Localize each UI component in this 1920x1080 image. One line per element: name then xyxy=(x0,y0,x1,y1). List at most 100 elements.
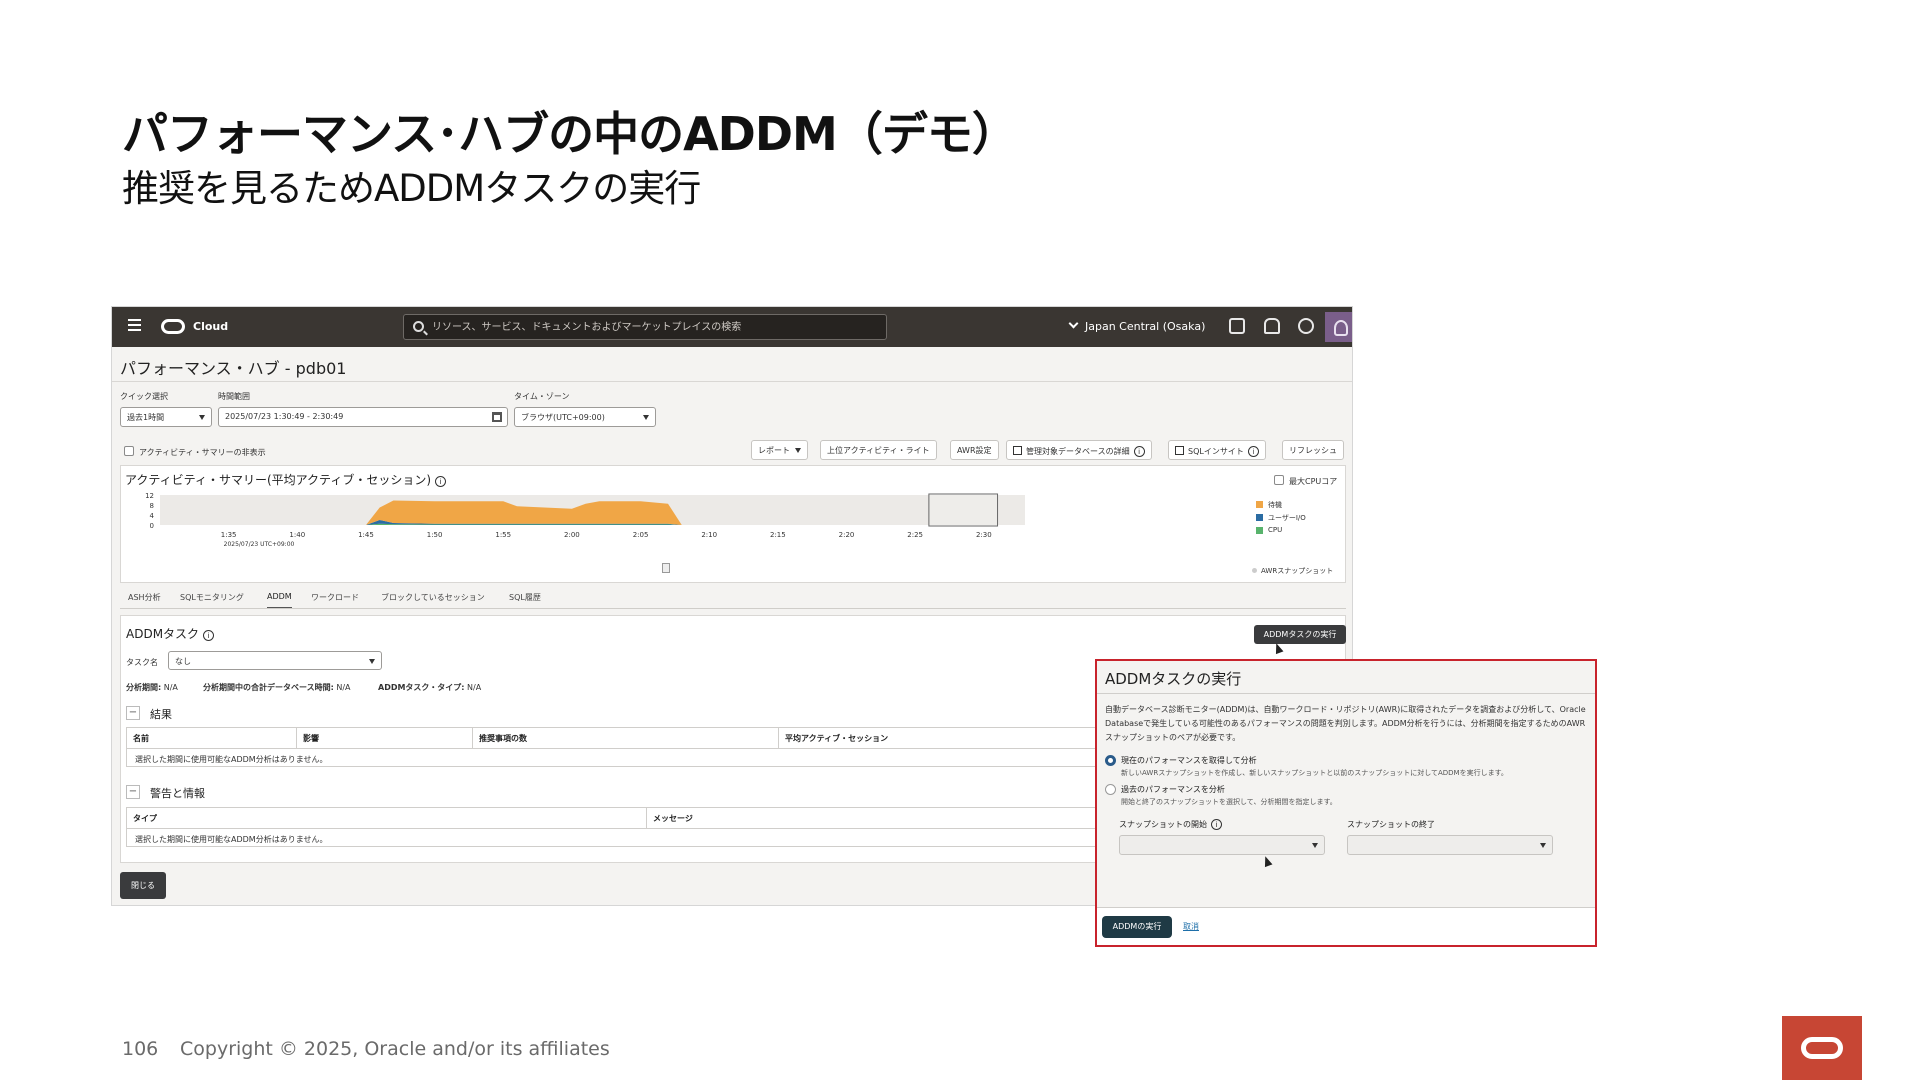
oracle-cloud-logo-icon[interactable] xyxy=(161,319,185,334)
max-cpu-core-label: 最大CPUコア xyxy=(1289,477,1338,486)
hide-summary-label: アクティビティ・サマリーの非表示 xyxy=(139,448,266,457)
help-icon[interactable] xyxy=(1298,318,1314,334)
hide-summary-checkbox[interactable] xyxy=(124,446,134,456)
legend-swatch-wait xyxy=(1256,501,1263,508)
addm-task-title: ADDMタスク i xyxy=(126,625,215,642)
close-button[interactable]: 閉じる xyxy=(120,872,166,899)
time-range-value: 2025/07/23 1:30:49 - 2:30:49 xyxy=(225,412,344,421)
analysis-period: 分析期間: N/A xyxy=(126,682,178,693)
option-past-performance-desc: 開始と終了のスナップショットを選択して、分析期間を指定します。 xyxy=(1121,798,1337,806)
x-tick-label: 1:45 xyxy=(358,531,374,539)
dialog-description: 自動データベース診断モニター(ADDM)は、自動ワークロード・リポジトリ(AWR… xyxy=(1105,705,1586,742)
quick-select-label: クイック選択 xyxy=(120,392,168,401)
radio-past-performance[interactable] xyxy=(1105,784,1116,795)
activity-summary-chart[interactable]: 12 8 4 0 1:35 1:40 1:45 1:50 1:55 2:00 2:05 2:10 2:1… xyxy=(120,485,1120,583)
caret-down-icon xyxy=(643,415,649,420)
top-navigation-bar: Cloud Japan Central (Osaka) xyxy=(112,307,1352,347)
results-col-name[interactable]: 名前 xyxy=(127,728,297,748)
time-range-picker[interactable]: 2025/07/23 1:30:49 - 2:30:49 xyxy=(218,407,508,427)
snapshot-marker-icon[interactable] xyxy=(662,563,670,573)
sql-insight-button[interactable]: SQLインサイト i xyxy=(1168,440,1266,460)
x-tick-label: 2:05 xyxy=(633,531,649,539)
tab-blocking-sessions[interactable]: ブロックしているセッション xyxy=(381,592,485,603)
addm-task-type: ADDMタスク・タイプ: N/A xyxy=(378,682,481,693)
snapshot-start-label-text: スナップショットの開始 xyxy=(1119,820,1207,829)
report-menu-button[interactable]: レポート xyxy=(751,440,808,460)
quick-select-dropdown[interactable]: 過去1時間 xyxy=(120,407,212,427)
tab-ash-analysis[interactable]: ASH分析 xyxy=(128,592,161,603)
warnings-collapse-button[interactable]: − xyxy=(126,785,140,799)
task-name-label: タスク名 xyxy=(126,658,158,667)
x-tick-label: 1:55 xyxy=(495,531,511,539)
run-addm-button[interactable]: ADDMの実行 xyxy=(1102,916,1172,938)
oracle-logo-icon xyxy=(1782,1016,1862,1080)
warnings-col-type[interactable]: タイプ xyxy=(127,808,647,828)
x-axis-date-label: 2025/07/23 UTC+09:00 xyxy=(224,541,295,548)
timezone-dropdown[interactable]: ブラウザ(UTC+09:00) xyxy=(514,407,656,427)
region-selector[interactable]: Japan Central (Osaka) xyxy=(1068,318,1205,333)
results-title: 結果 xyxy=(150,708,172,721)
option-current-performance-label[interactable]: 現在のパフォーマンスを取得して分析 xyxy=(1121,755,1257,766)
task-name-dropdown[interactable]: なし xyxy=(168,651,382,670)
time-range-label: 時間範囲 xyxy=(218,392,250,401)
info-icon[interactable]: i xyxy=(203,630,215,641)
results-col-impact[interactable]: 影響 xyxy=(297,728,473,748)
x-tick-label: 2:10 xyxy=(701,531,717,539)
radio-current-performance[interactable] xyxy=(1105,755,1116,766)
hamburger-menu-icon[interactable] xyxy=(128,319,141,333)
cloud-shell-icon[interactable] xyxy=(1229,318,1245,334)
notification-bell-icon[interactable] xyxy=(1264,318,1280,334)
run-addm-task-button[interactable]: ADDMタスクの実行 xyxy=(1254,625,1346,644)
calendar-icon[interactable] xyxy=(492,412,502,422)
awr-settings-button[interactable]: AWR設定 xyxy=(950,440,999,460)
copyright-text: Copyright © 2025, Oracle and/or its affi… xyxy=(180,1038,610,1060)
info-icon[interactable]: i xyxy=(1247,446,1259,457)
info-icon[interactable]: i xyxy=(1133,446,1145,457)
legend-label-cpu: CPU xyxy=(1268,526,1283,534)
caret-down-icon xyxy=(1540,843,1546,848)
brand-label[interactable]: Cloud xyxy=(193,320,228,333)
global-search[interactable] xyxy=(403,314,887,340)
results-collapse-button[interactable]: − xyxy=(126,706,140,720)
total-db-time-value: N/A xyxy=(336,683,351,692)
y-tick-label: 0 xyxy=(150,522,154,530)
legend-label-wait: 待機 xyxy=(1268,501,1282,509)
mouse-cursor-icon xyxy=(1261,854,1273,868)
report-label: レポート xyxy=(758,446,790,455)
snapshot-end-dropdown[interactable] xyxy=(1347,835,1553,855)
cancel-link[interactable]: 取消 xyxy=(1183,921,1199,932)
x-tick-label: 2:20 xyxy=(839,531,855,539)
option-past-performance-label[interactable]: 過去のパフォーマンスを分析 xyxy=(1121,784,1225,795)
addm-task-type-label: ADDMタスク・タイプ: xyxy=(378,683,465,692)
snapshot-start-label: スナップショットの開始 i xyxy=(1119,819,1222,830)
sql-insight-label: SQLインサイト xyxy=(1188,447,1244,456)
chevron-down-icon xyxy=(1068,318,1079,329)
x-tick-label: 1:40 xyxy=(289,531,305,539)
results-col-recommendations[interactable]: 推奨事項の数 xyxy=(473,728,779,748)
refresh-button[interactable]: リフレッシュ xyxy=(1282,440,1344,460)
external-link-icon xyxy=(1175,446,1184,455)
tab-sql-monitoring[interactable]: SQLモニタリング xyxy=(180,592,244,603)
tab-workload[interactable]: ワークロード xyxy=(311,592,359,603)
heading-divider xyxy=(112,381,1352,382)
managed-db-details-button[interactable]: 管理対象データベースの詳細 i xyxy=(1006,440,1152,460)
run-addm-dialog: ADDMタスクの実行 自動データベース診断モニター(ADDM)は、自動ワークロー… xyxy=(1095,659,1597,947)
option-current-performance-desc: 新しいAWRスナップショットを作成し、新しいスナップショットと以前のスナップショ… xyxy=(1121,769,1508,777)
top-activity-lite-button[interactable]: 上位アクティビティ・ライト xyxy=(820,440,937,460)
legend-swatch-user-io xyxy=(1256,514,1263,521)
info-icon[interactable]: i xyxy=(1211,819,1222,830)
addm-task-title-text: ADDMタスク xyxy=(126,627,200,641)
max-cpu-core-checkbox[interactable] xyxy=(1274,475,1284,485)
warnings-empty-message: 選択した期間に使用可能なADDM分析はありません。 xyxy=(135,835,328,844)
legend-label-user-io: ユーザーI/O xyxy=(1268,514,1306,522)
snapshot-dot-icon xyxy=(1252,568,1257,573)
y-tick-label: 12 xyxy=(145,492,154,500)
search-input[interactable] xyxy=(432,319,872,335)
tab-sql-history[interactable]: SQL履歴 xyxy=(509,592,541,603)
caret-down-icon xyxy=(199,415,205,420)
user-avatar-icon[interactable] xyxy=(1325,312,1352,342)
x-tick-label: 2:00 xyxy=(564,531,580,539)
snapshot-start-dropdown[interactable] xyxy=(1119,835,1325,855)
time-range-selection-window[interactable] xyxy=(928,493,999,527)
tab-addm[interactable]: ADDM xyxy=(267,592,292,609)
